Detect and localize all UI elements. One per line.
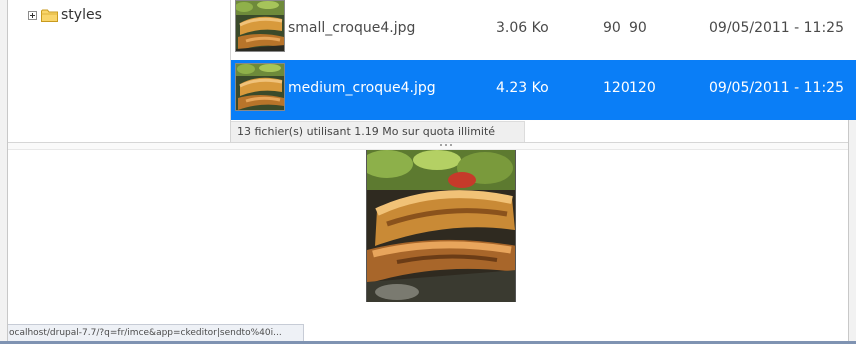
tree-item-styles[interactable]: styles: [28, 6, 102, 24]
pane-splitter[interactable]: [8, 142, 848, 150]
file-date: 09/05/2011 - 11:25: [709, 20, 844, 36]
file-width: 90: [603, 20, 621, 36]
image-preview: [366, 150, 516, 302]
file-size: 4.23 Ko: [496, 80, 549, 96]
file-height: 120: [629, 80, 656, 96]
quota-status: 13 fichier(s) utilisant 1.19 Mo sur quot…: [231, 121, 525, 142]
file-list: small_croque4.jpg 3.06 Ko 90 90 09/05/20…: [231, 0, 856, 121]
splitter-grip-icon[interactable]: [440, 144, 460, 148]
file-thumbnail: [235, 0, 285, 52]
plus-box-icon[interactable]: [28, 10, 37, 20]
file-row-selected[interactable]: medium_croque4.jpg 4.23 Ko 120 120 09/05…: [231, 60, 856, 120]
file-date: 09/05/2011 - 11:25: [709, 80, 844, 96]
folder-tree: styles: [8, 0, 231, 142]
tree-item-label: styles: [61, 7, 102, 23]
file-row[interactable]: small_croque4.jpg 3.06 Ko 90 90 09/05/20…: [231, 0, 856, 60]
browser-status-url: ocalhost/drupal-7.7/?q=fr/imce&app=ckedi…: [8, 324, 304, 341]
file-size: 3.06 Ko: [496, 20, 549, 36]
file-name: small_croque4.jpg: [288, 20, 416, 36]
folder-icon: [41, 9, 58, 22]
file-thumbnail: [235, 63, 285, 111]
file-name: medium_croque4.jpg: [288, 80, 436, 96]
file-width: 120: [603, 80, 630, 96]
croque-preview-image: [367, 150, 515, 302]
left-window-edge: [0, 0, 7, 344]
file-height: 90: [629, 20, 647, 36]
